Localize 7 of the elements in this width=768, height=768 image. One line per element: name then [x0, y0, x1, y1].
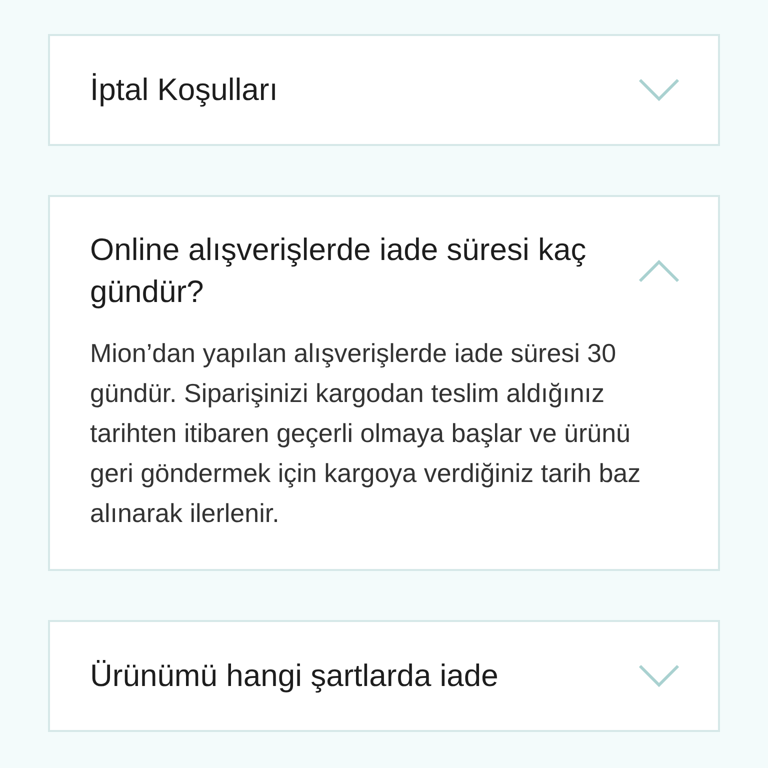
faq-question[interactable]: İptal Koşulları: [90, 69, 278, 111]
chevron-down-icon[interactable]: [638, 664, 680, 688]
chevron-up-icon[interactable]: [638, 259, 680, 283]
faq-answer: Mion’dan yapılan alışverişlerde iade süresi 30 gündür. Siparişinizi kargodan teslim aldığınız tarihten itibaren geçerli olmaya başlar ve ürünü geri göndermek için kargoya verdiğiniz tarih baz alınarak ilerlenir.: [89, 337, 642, 530]
chevron-down-icon[interactable]: [638, 78, 680, 102]
faq-question[interactable]: Online alışverişlerde iade süresi kaç gündür?: [90, 229, 610, 313]
faq-question[interactable]: Ürünümü hangi şartlarda iade: [90, 655, 498, 697]
